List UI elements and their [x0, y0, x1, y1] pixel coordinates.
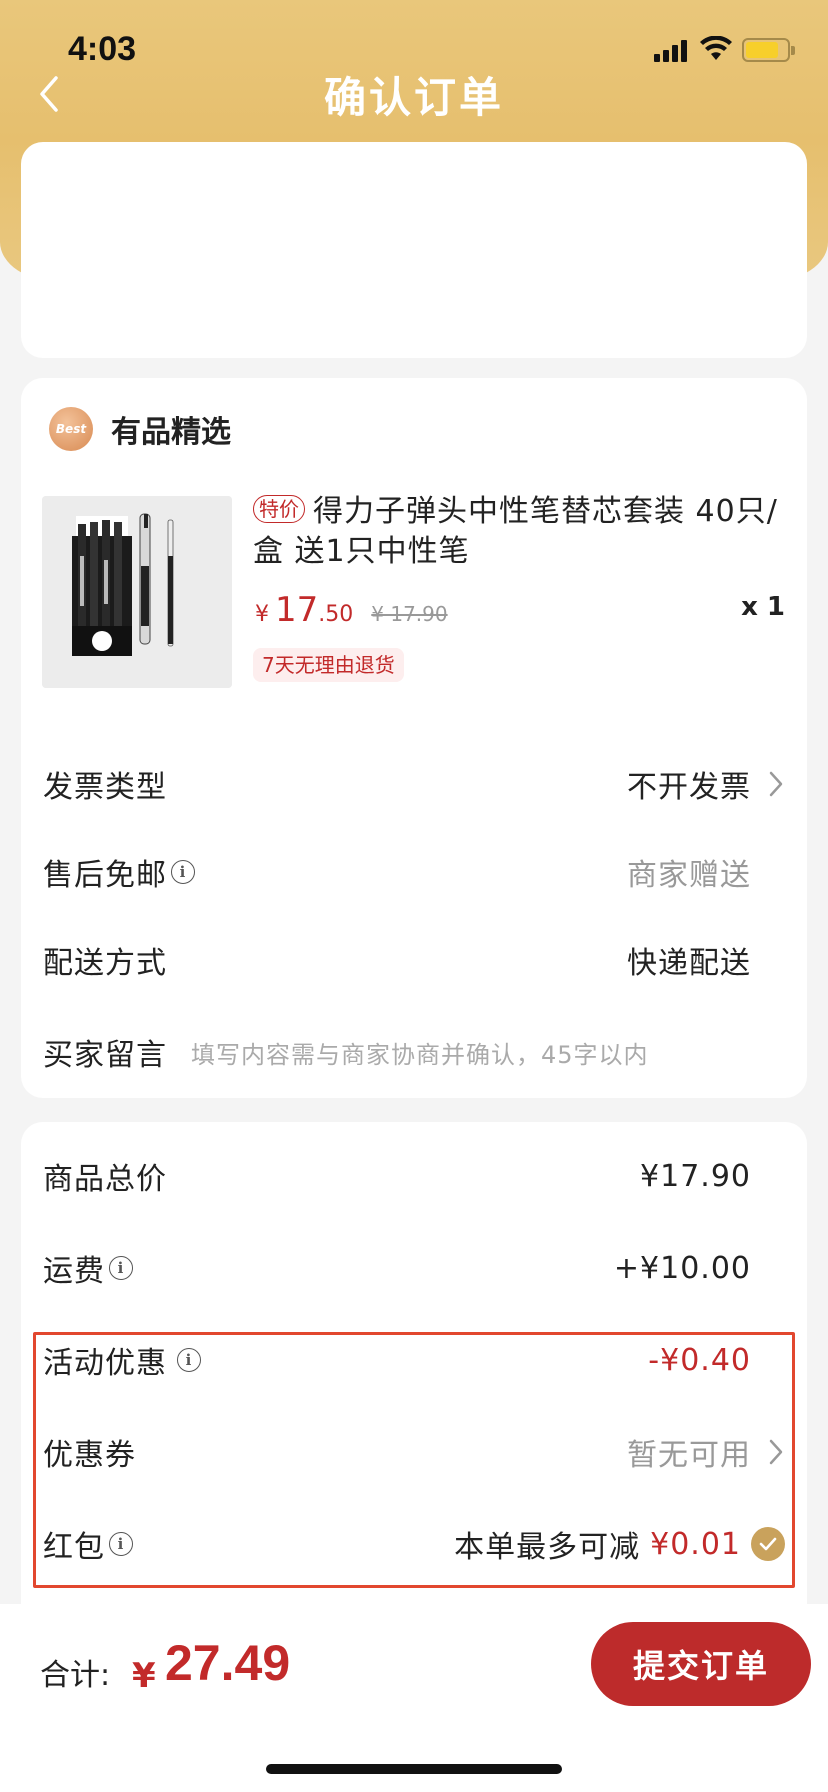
coupon-row[interactable]: 优惠券 暂无可用 — [43, 1422, 785, 1482]
aftersale-shipping-row: 售后免邮 i 商家赠送 — [43, 842, 785, 902]
promotion-discount-row: 活动优惠 i -¥0.40 — [43, 1330, 785, 1390]
invoice-type-value-text: 不开发票 — [627, 770, 751, 805]
special-price-tag: 特价 — [253, 495, 305, 523]
red-packet-value: 本单最多可减 ¥0.01 — [454, 1522, 785, 1566]
info-icon[interactable]: i — [177, 1348, 201, 1372]
product-title-text: 得力子弹头中性笔替芯套装 40只/盒 送1只中性笔 — [253, 494, 778, 569]
check-icon[interactable] — [751, 1527, 785, 1561]
shop-logo-badge: Best — [49, 407, 93, 451]
product-price: ¥ 17 .50 ¥ 17.90 — [255, 590, 448, 634]
delivery-method-row: 配送方式 快递配送 — [43, 930, 785, 990]
battery-icon — [742, 38, 795, 62]
promotion-value: -¥0.40 — [648, 1342, 751, 1378]
info-icon[interactable]: i — [171, 860, 195, 884]
home-indicator — [266, 1764, 562, 1774]
return-policy-badge: 7天无理由退货 — [253, 648, 404, 682]
page-title: 确认订单 — [323, 73, 504, 122]
address-card[interactable] — [21, 142, 807, 358]
red-packet-text: 本单最多可减 — [454, 1530, 641, 1565]
red-packet-row[interactable]: 红包 i 本单最多可减 ¥0.01 — [43, 1514, 785, 1574]
buyer-message-row[interactable]: 买家留言 填写内容需与商家协商并确认，45字以内 — [43, 1022, 785, 1082]
coupon-value: 暂无可用 — [627, 1430, 785, 1474]
price-decimal: .50 — [318, 602, 354, 627]
submit-order-button[interactable]: 提交订单 — [591, 1622, 811, 1706]
shipping-fee-row: 运费 i +¥10.00 — [43, 1238, 785, 1298]
chevron-right-icon — [769, 771, 783, 797]
product-quantity: x 1 — [741, 592, 785, 622]
shipping-fee-label-group: 运费 i — [43, 1246, 133, 1290]
shop-order-card: Best 有品精选 特价 得力子弹头中性笔替芯套装 40只/盒 送1只中性笔 ¥ … — [21, 378, 807, 1098]
info-icon[interactable]: i — [109, 1256, 133, 1280]
wifi-icon — [700, 36, 732, 60]
subtotal-row: 商品总价 ¥17.90 — [43, 1146, 785, 1206]
price-integer: 17 — [275, 590, 319, 630]
promotion-label-group: 活动优惠 i — [43, 1338, 201, 1382]
buyer-message-input[interactable]: 填写内容需与商家协商并确认，45字以内 — [191, 1035, 649, 1070]
original-price: ¥ 17.90 — [371, 602, 448, 626]
aftersale-shipping-value: 商家赠送 — [627, 858, 751, 893]
shipping-fee-value: +¥10.00 — [613, 1250, 751, 1286]
product-title[interactable]: 特价 得力子弹头中性笔替芯套装 40只/盒 送1只中性笔 — [253, 492, 793, 572]
aftersale-shipping-label-group: 售后免邮 i — [43, 850, 195, 894]
invoice-type-value: 不开发票 — [627, 762, 785, 806]
price-currency: ¥ — [255, 602, 269, 627]
invoice-type-row[interactable]: 发票类型 不开发票 — [43, 754, 785, 814]
shop-header: Best 有品精选 — [49, 402, 231, 456]
subtotal-label: 商品总价 — [43, 1162, 167, 1197]
shipping-fee-label: 运费 — [43, 1254, 105, 1289]
coupon-label: 优惠券 — [43, 1438, 136, 1473]
cellular-signal-icon — [654, 40, 688, 62]
aftersale-shipping-label: 售后免邮 — [43, 858, 167, 893]
total-amount: 27.49 — [165, 1635, 291, 1691]
info-icon[interactable]: i — [109, 1532, 133, 1556]
coupon-value-text: 暂无可用 — [627, 1438, 751, 1473]
subtotal-value: ¥17.90 — [640, 1158, 751, 1194]
delivery-method-value: 快递配送 — [627, 946, 751, 981]
product-image[interactable] — [42, 496, 232, 688]
shop-name: 有品精选 — [111, 415, 231, 450]
total-currency: ¥ — [132, 1656, 156, 1696]
buyer-message-label: 买家留言 — [43, 1038, 167, 1073]
red-packet-amount: ¥0.01 — [650, 1526, 741, 1562]
invoice-type-label: 发票类型 — [43, 770, 167, 805]
promotion-label: 活动优惠 — [43, 1346, 167, 1381]
delivery-method-label: 配送方式 — [43, 946, 167, 981]
chevron-right-icon — [769, 1439, 783, 1465]
total-label: 合计: — [40, 1658, 111, 1693]
red-packet-label: 红包 — [43, 1530, 105, 1565]
red-packet-label-group: 红包 i — [43, 1522, 133, 1566]
